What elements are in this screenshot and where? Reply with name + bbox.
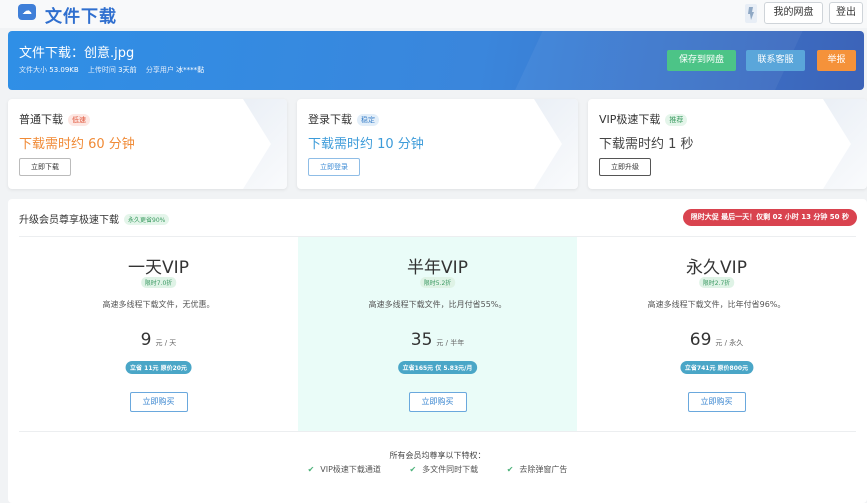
privilege-label: 多文件同时下载 (422, 465, 479, 474)
site-title: 文件下载 (45, 7, 117, 27)
upgrade-title: 升级会员尊享极速下载 永久更省90% (19, 211, 170, 226)
sharer-label: 分享用户 (145, 66, 174, 74)
plan-lifetime: 永久VIP 限时2.7折 高速多线程下载文件，比年付省96%。 69 元 / 永久… (577, 237, 856, 431)
plan-description: 高速多线程下载文件，比月付省55%。 (368, 300, 507, 309)
size-label: 文件大小 (19, 66, 47, 74)
price-unit: 元 / 半年 (436, 339, 465, 347)
buy-lifetime-button[interactable]: 立即购买 (687, 392, 746, 412)
privilege-item: ✔ 多文件同时下载 (409, 464, 478, 475)
upgrade-now-button[interactable]: 立即升级 (599, 158, 651, 176)
upgrade-title-text: 升级会员尊享极速下载 (19, 215, 119, 226)
sharer-value: 冰****黏 (176, 66, 205, 74)
card-name: 登录下载 稳定 (308, 111, 379, 127)
login-now-button[interactable]: 立即登录 (308, 158, 360, 176)
download-now-button[interactable]: 立即下载 (19, 158, 71, 176)
card-title: 登录下载 (308, 113, 352, 126)
privilege-label: VIP极速下载通道 (320, 465, 381, 474)
login-download-card: 登录下载 稳定 下载需时约 10 分钟 立即登录 (297, 99, 578, 189)
upload-label: 上传时间 (87, 66, 116, 74)
plan-discount: 限时7.0折 (140, 277, 177, 288)
upgrade-panel: 升级会员尊享极速下载 永久更省90% 限时大促 最后一天！仅剩 02 小时 13 … (8, 199, 867, 503)
plan-day: 一天VIP 限时7.0折 高速多线程下载文件，无优惠。 9元 / 天 立省 11… (19, 237, 298, 431)
stable-tag: 稳定 (357, 114, 379, 126)
privilege-item: ✔ VIP极速下载通道 (308, 464, 381, 475)
plan-name: 一天VIP (128, 258, 189, 278)
plan-savings: 立省 11元 原价20元 (125, 361, 192, 374)
check-icon: ✔ (409, 465, 417, 474)
card-name: 普通下载 低速 (19, 111, 90, 127)
size-value: 53.09KB (49, 66, 79, 74)
save-to-disk-button[interactable]: 保存到网盘 (667, 50, 736, 71)
top-header: ☁ 文件下载 我的网盘 登出 (0, 0, 867, 28)
report-button[interactable]: 举报 (817, 50, 856, 71)
plan-price: 69 元 / 永久 (577, 330, 856, 350)
card-name: VIP极速下载 推荐 (599, 111, 688, 127)
vip-download-card: VIP极速下载 推荐 下载需时约 1 秒 立即升级 (588, 99, 867, 189)
plan-discount: 限时2.7折 (698, 277, 735, 288)
price-unit: 元 / 永久 (715, 339, 744, 347)
buy-day-button[interactable]: 立即购买 (129, 392, 188, 412)
download-time: 下载需时约 60 分钟 (19, 137, 135, 152)
normal-download-card: 普通下载 低速 下载需时约 60 分钟 立即下载 (8, 99, 287, 189)
card-title: VIP极速下载 (599, 113, 661, 126)
check-icon: ✔ (506, 465, 514, 474)
file-meta: 文件大小 53.09KB 上传时间 3天前 分享用户 冰****黏 (19, 65, 211, 75)
upgrade-tag: 永久更省90% (124, 214, 170, 225)
plan-savings: 立省165元 仅 5.83元/月 (397, 361, 478, 374)
upload-value: 3天前 (118, 66, 137, 74)
my-disk-button[interactable]: 我的网盘 (764, 2, 823, 24)
card-decoration (823, 99, 867, 189)
plan-description: 高速多线程下载文件，比年付省96%。 (647, 300, 786, 309)
privilege-item: ✔ 去除弹窗广告 (507, 464, 568, 475)
cloud-logo-icon: ☁ (18, 4, 36, 20)
price-value: 69 (689, 330, 712, 350)
divider (19, 431, 856, 432)
plan-savings: 立省741元 原价800元 (679, 361, 754, 374)
price-unit: 元 / 天 (155, 339, 177, 347)
download-time: 下载需时约 10 分钟 (308, 137, 424, 152)
file-banner: 文件下载：创意.jpg 文件大小 53.09KB 上传时间 3天前 分享用户 冰… (8, 31, 864, 90)
card-title: 普通下载 (19, 113, 63, 126)
download-time: 下载需时约 1 秒 (599, 137, 694, 152)
speed-tag: 低速 (68, 114, 90, 126)
price-value: 9 (140, 330, 152, 350)
plan-price: 35 元 / 半年 (298, 330, 577, 350)
privileges-list: ✔ VIP极速下载通道 ✔ 多文件同时下载 ✔ 去除弹窗广告 (8, 464, 867, 475)
plan-description: 高速多线程下载文件，无优惠。 (102, 300, 215, 309)
contact-support-button[interactable]: 联系客服 (746, 50, 805, 71)
plan-halfyear: 半年VIP 限时5.2折 高速多线程下载文件，比月付省55%。 35 元 / 半年… (298, 237, 577, 431)
buy-halfyear-button[interactable]: 立即购买 (408, 392, 467, 412)
plan-name: 永久VIP (686, 258, 747, 278)
plan-discount: 限时5.2折 (419, 277, 456, 288)
countdown-badge: 限时大促 最后一天！仅剩 02 小时 13 分钟 50 秒 (682, 209, 857, 226)
privilege-label: 去除弹窗广告 (519, 465, 568, 474)
plan-name: 半年VIP (407, 258, 468, 278)
card-decoration (534, 99, 578, 189)
check-icon: ✔ (307, 465, 315, 474)
recommend-tag: 推荐 (665, 114, 688, 126)
price-value: 35 (410, 330, 433, 350)
logout-button[interactable]: 登出 (829, 2, 863, 24)
user-avatar-icon[interactable] (743, 4, 759, 23)
privileges-title: 所有会员均尊享以下特权： (389, 451, 486, 460)
plan-price: 9元 / 天 (19, 330, 298, 350)
file-title: 文件下载：创意.jpg (19, 46, 135, 61)
card-decoration (243, 99, 287, 189)
